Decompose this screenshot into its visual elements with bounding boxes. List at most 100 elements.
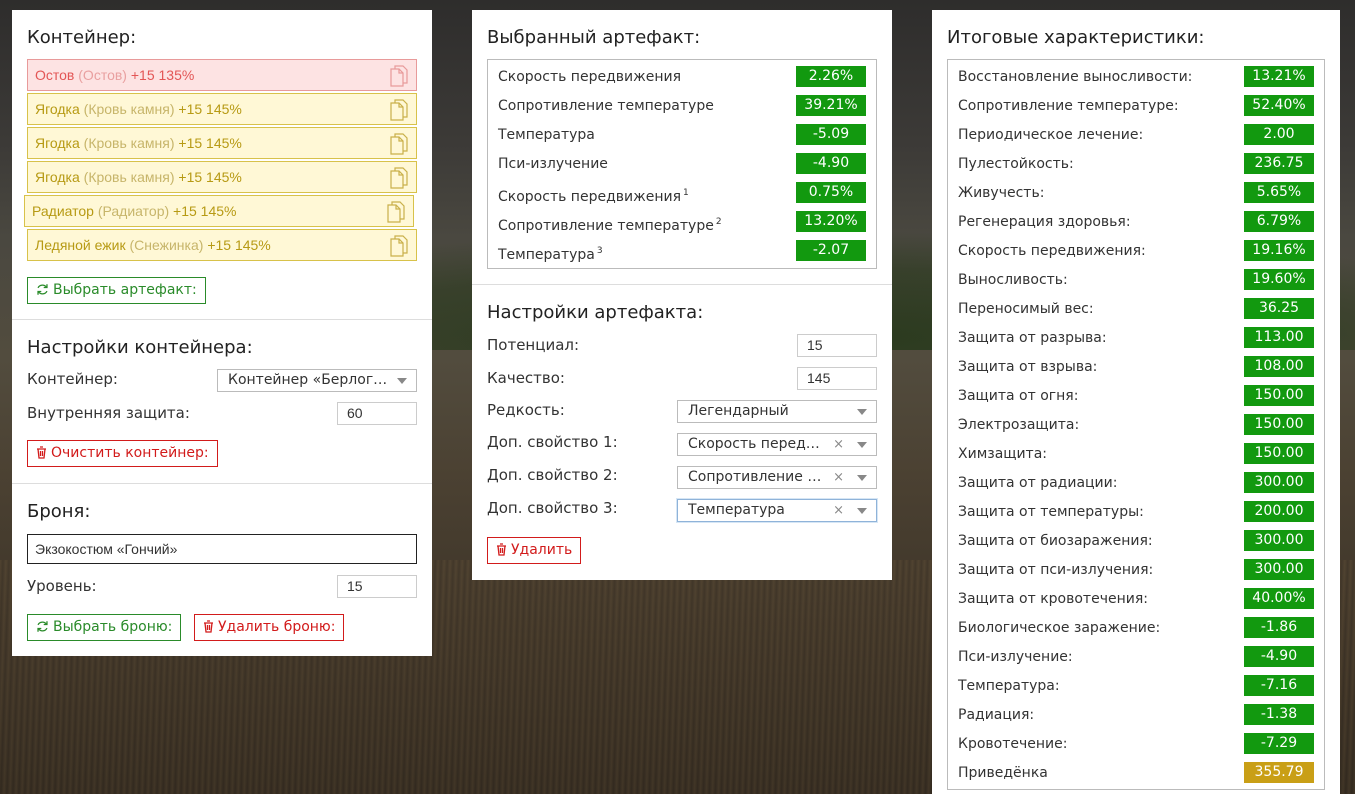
- prop2-select[interactable]: Сопротивление температуре ×: [677, 466, 877, 489]
- stat-row: Кровотечение: -7.29: [958, 733, 1314, 755]
- rarity-select-value: Легендарный: [688, 403, 789, 419]
- artifact-bonus: +15 145%: [178, 169, 242, 185]
- delete-armor-button[interactable]: Удалить броню:: [194, 614, 345, 641]
- stat-label: Пси-излучение: [498, 156, 608, 172]
- prop2-select-value: Сопротивление температуре: [688, 469, 826, 485]
- chevron-down-icon: [857, 442, 867, 448]
- artifact-name: Остов: [35, 67, 75, 83]
- stat-value: 300.00: [1244, 472, 1314, 493]
- stat-label: Скорость передвижения:: [958, 243, 1146, 259]
- container-item[interactable]: Ягодка (Кровь камня) +15 145%: [27, 93, 417, 125]
- quality-input[interactable]: 145: [797, 367, 877, 390]
- armor-level-input[interactable]: 15: [337, 575, 417, 598]
- stat-value: 13.20%: [796, 211, 866, 232]
- artifact-settings-title: Настройки артефакта:: [487, 302, 704, 323]
- stat-label: Защита от разрыва:: [958, 330, 1107, 346]
- stat-value: 2.26%: [796, 66, 866, 87]
- stat-value: 39.21%: [796, 95, 866, 116]
- container-item[interactable]: Остов (Остов) +15 135%: [27, 59, 417, 91]
- artifact-bonus: +15 145%: [173, 203, 237, 219]
- rarity-select[interactable]: Легендарный: [677, 400, 877, 423]
- stat-footnote: 3: [596, 246, 603, 256]
- delete-armor-label: Удалить броню:: [218, 619, 336, 635]
- stat-row: Защита от огня: 150.00: [958, 385, 1314, 407]
- divider: [12, 319, 432, 320]
- clear-icon[interactable]: ×: [833, 500, 844, 521]
- stat-value: 40.00%: [1244, 588, 1314, 609]
- artifact-bonus: +15 145%: [178, 101, 242, 117]
- copy-icon[interactable]: [387, 201, 405, 223]
- delete-artifact-button[interactable]: Удалить: [487, 537, 582, 564]
- stat-label: Пси-излучение:: [958, 649, 1073, 665]
- stat-row: Восстановление выносливости: 13.21%: [958, 66, 1314, 88]
- stat-value: -2.07: [796, 240, 866, 261]
- stat-row: Переносимый вес: 36.25: [958, 298, 1314, 320]
- container-select[interactable]: Контейнер «Берлога…: [217, 369, 417, 392]
- stat-label: Восстановление выносливости:: [958, 69, 1193, 85]
- stat-value: 13.21%: [1244, 66, 1314, 87]
- select-artifact-button[interactable]: Выбрать артефакт:: [27, 277, 206, 304]
- artifact-bonus: +15 145%: [207, 237, 271, 253]
- stat-value: 19.60%: [1244, 269, 1314, 290]
- select-armor-button[interactable]: Выбрать броню:: [27, 614, 182, 641]
- divider: [472, 284, 892, 285]
- artifact-bonus: +15 135%: [130, 67, 195, 83]
- clear-container-button[interactable]: Очистить контейнер:: [27, 440, 218, 467]
- stat-label: Скорость передвижения: [498, 189, 681, 205]
- container-item[interactable]: Ледяной ежик (Снежинка) +15 145%: [27, 229, 417, 261]
- trash-icon: [497, 543, 506, 556]
- stat-value: 36.25: [1244, 298, 1314, 319]
- stat-value: -7.16: [1244, 675, 1314, 696]
- stat-row: Защита от пси-излучения: 300.00: [958, 559, 1314, 581]
- stat-value: 113.00: [1244, 327, 1314, 348]
- stat-value: -1.38: [1244, 704, 1314, 725]
- stat-label: Сопротивление температуре:: [958, 98, 1179, 114]
- stat-label: Радиация:: [958, 707, 1035, 723]
- refresh-icon: [37, 284, 48, 295]
- copy-icon[interactable]: [390, 99, 408, 121]
- stat-row: Выносливость: 19.60%: [958, 269, 1314, 291]
- prop1-label: Доп. свойство 1:: [487, 433, 618, 451]
- stat-label: Сопротивление температуре: [498, 218, 714, 234]
- stat-value: 300.00: [1244, 530, 1314, 551]
- stat-row: Приведёнка 355.79: [958, 762, 1314, 784]
- artifact-name: Ягодка: [35, 101, 80, 117]
- prop3-select[interactable]: Температура ×: [677, 499, 877, 522]
- stat-value: 52.40%: [1244, 95, 1314, 116]
- stat-label: Регенерация здоровья:: [958, 214, 1131, 230]
- stat-row: Температура: -7.16: [958, 675, 1314, 697]
- stat-row: Пси-излучение -4.90: [498, 153, 866, 175]
- stat-label: Скорость передвижения: [498, 69, 681, 85]
- inner-protection-input[interactable]: 60: [337, 402, 417, 425]
- inner-protection-label: Внутренняя защита:: [27, 404, 190, 422]
- chevron-down-icon: [857, 409, 867, 415]
- container-items-list: Остов (Остов) +15 135% Ягодка (Кровь камн…: [24, 59, 417, 263]
- stat-label: Защита от взрыва:: [958, 359, 1098, 375]
- stat-row: Биологическое заражение: -1.86: [958, 617, 1314, 639]
- copy-icon[interactable]: [390, 65, 408, 87]
- potential-input[interactable]: 15: [797, 334, 877, 357]
- stat-value: -4.90: [796, 153, 866, 174]
- stat-row: Температура 3 -2.07: [498, 240, 866, 263]
- stat-label: Защита от кровотечения:: [958, 591, 1148, 607]
- copy-icon[interactable]: [390, 235, 408, 257]
- stat-value: 300.00: [1244, 559, 1314, 580]
- clear-icon[interactable]: ×: [833, 434, 844, 455]
- container-item[interactable]: Ягодка (Кровь камня) +15 145%: [27, 127, 417, 159]
- stat-value: 236.75: [1244, 153, 1314, 174]
- armor-field[interactable]: Экзокостюм «Гончий»: [27, 534, 417, 564]
- container-item[interactable]: Радиатор (Радиатор) +15 145%: [24, 195, 414, 227]
- copy-icon[interactable]: [390, 133, 408, 155]
- totals-stats: Восстановление выносливости: 13.21% Сопрот…: [947, 59, 1325, 790]
- copy-icon[interactable]: [390, 167, 408, 189]
- selected-artifact-stats: Скорость передвижения 2.26% Сопротивление …: [487, 59, 877, 269]
- prop1-select[interactable]: Скорость передвижения ×: [677, 433, 877, 456]
- clear-icon[interactable]: ×: [833, 467, 844, 488]
- artifact-name: Ягодка: [35, 135, 80, 151]
- stat-row: Сопротивление температуре 2 13.20%: [498, 211, 866, 234]
- stat-row: Скорость передвижения: 19.16%: [958, 240, 1314, 262]
- container-item[interactable]: Ягодка (Кровь камня) +15 145%: [27, 161, 417, 193]
- chevron-down-icon: [397, 378, 407, 384]
- stat-label: Периодическое лечение:: [958, 127, 1144, 143]
- clear-container-label: Очистить контейнер:: [51, 445, 209, 461]
